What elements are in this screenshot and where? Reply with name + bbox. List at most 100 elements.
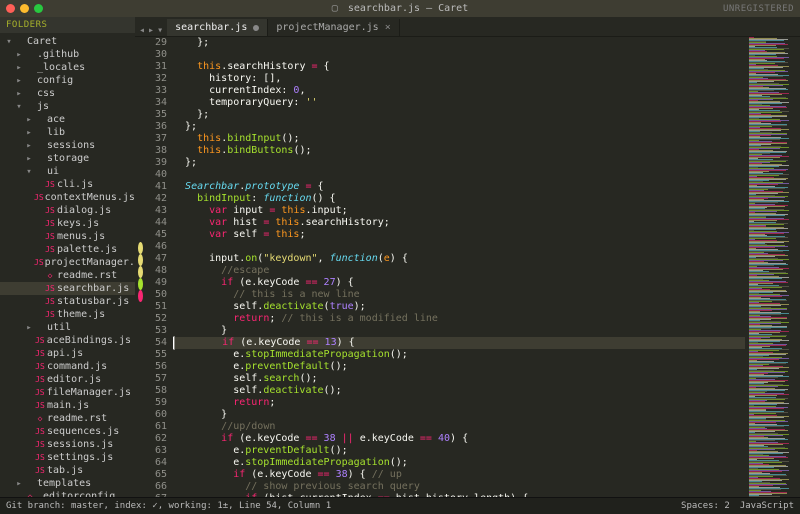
code-line[interactable]: }; [173,121,745,133]
tree-folder[interactable]: ▸lib [0,126,135,139]
status-language[interactable]: JavaScript [740,501,794,511]
line-number[interactable]: 32 [145,73,173,85]
code-line[interactable] [173,49,745,61]
code-line[interactable]: return; [173,397,745,409]
code-line[interactable]: if (e.keyCode == 27) { [173,277,745,289]
tree-file[interactable]: JSfileManager.js [0,386,135,399]
line-number[interactable]: 44 [145,217,173,229]
line-number[interactable]: 50 [145,289,173,301]
code-area[interactable]: }; this.searchHistory = { history: [], c… [173,37,745,497]
code-line[interactable]: } [173,409,745,421]
tree-file[interactable]: ◇readme.rst [0,269,135,282]
tree-file[interactable]: JSpalette.js [0,243,135,256]
editor[interactable]: 2930313233343536373839404142434445464748… [135,37,800,497]
code-line[interactable]: //up/down [173,421,745,433]
line-number[interactable]: 41 [145,181,173,193]
line-number[interactable]: 54 [145,337,173,349]
file-tree[interactable]: ▾Caret▸.github▸_locales▸config▸css▾js▸ac… [0,33,135,497]
line-number[interactable]: 51 [145,301,173,313]
tree-folder[interactable]: ▸templates [0,477,135,490]
code-line[interactable]: var input = this.input; [173,205,745,217]
code-line[interactable]: var self = this; [173,229,745,241]
tree-file[interactable]: JScontextMenus.js [0,191,135,204]
code-line[interactable] [173,169,745,181]
tree-file[interactable]: JSmenus.js [0,230,135,243]
line-number[interactable]: 58 [145,385,173,397]
tree-folder[interactable]: ▸util [0,321,135,334]
code-line[interactable]: } [173,325,745,337]
tab[interactable]: searchbar.js [167,19,268,36]
code-line[interactable]: }; [173,109,745,121]
close-window-button[interactable] [6,4,15,13]
code-line[interactable]: input.on("keydown", function(e) { [173,253,745,265]
tree-file[interactable]: JStab.js [0,464,135,477]
status-indent[interactable]: Spaces: 2 [681,501,730,511]
status-git[interactable]: Git branch: master, index: ✓, working: 1… [6,501,331,511]
close-tab-icon[interactable]: × [385,22,391,33]
code-line[interactable]: if (e.keyCode == 38 || e.keyCode == 40) … [173,433,745,445]
tree-file[interactable]: JSapi.js [0,347,135,360]
tree-folder[interactable]: ▾ui [0,165,135,178]
tree-file[interactable]: JSdialog.js [0,204,135,217]
code-line[interactable]: if (e.keyCode == 13) { [173,337,745,349]
tree-file[interactable]: JSsettings.js [0,451,135,464]
line-number[interactable]: 64 [145,457,173,469]
code-line[interactable]: this.searchHistory = { [173,61,745,73]
tree-file[interactable]: JSsearchbar.js [0,282,135,295]
line-number[interactable]: 47 [145,253,173,265]
code-line[interactable]: e.preventDefault(); [173,361,745,373]
line-number[interactable]: 53 [145,325,173,337]
line-number[interactable]: 38 [145,145,173,157]
line-number[interactable]: 61 [145,421,173,433]
code-line[interactable]: history: [], [173,73,745,85]
line-number[interactable]: 45 [145,229,173,241]
tree-file[interactable]: JSstatusbar.js [0,295,135,308]
tree-file[interactable]: JStheme.js [0,308,135,321]
code-line[interactable]: currentIndex: 0, [173,85,745,97]
minimap[interactable] [745,37,800,497]
line-number[interactable]: 63 [145,445,173,457]
line-number[interactable]: 60 [145,409,173,421]
line-number[interactable]: 40 [145,169,173,181]
line-number[interactable]: 34 [145,97,173,109]
code-line[interactable]: this.bindButtons(); [173,145,745,157]
zoom-window-button[interactable] [34,4,43,13]
code-line[interactable]: }; [173,157,745,169]
code-line[interactable]: e.preventDefault(); [173,445,745,457]
line-number[interactable]: 46 [145,241,173,253]
code-line[interactable]: //escape [173,265,745,277]
line-number[interactable]: 66 [145,481,173,493]
tree-folder[interactable]: ▸ace [0,113,135,126]
tree-file[interactable]: JSeditor.js [0,373,135,386]
line-number[interactable]: 48 [145,265,173,277]
code-line[interactable]: return; // this is a modified line [173,313,745,325]
code-line[interactable]: var hist = this.searchHistory; [173,217,745,229]
code-line[interactable]: e.stopImmediatePropagation(); [173,457,745,469]
tree-folder[interactable]: ▸.github [0,48,135,61]
code-line[interactable] [173,241,745,253]
line-number[interactable]: 49 [145,277,173,289]
tree-file[interactable]: ◇readme.rst [0,412,135,425]
code-line[interactable]: self.deactivate(true); [173,301,745,313]
tree-file[interactable]: JSsequences.js [0,425,135,438]
tab-next-icon[interactable]: ▸ [148,25,154,36]
tree-file[interactable]: ◇.editorconfig [0,490,135,497]
code-line[interactable]: Searchbar.prototype = { [173,181,745,193]
tree-file[interactable]: JSmain.js [0,399,135,412]
tree-file[interactable]: JSkeys.js [0,217,135,230]
tree-folder[interactable]: ▸_locales [0,61,135,74]
line-number[interactable]: 65 [145,469,173,481]
tree-folder[interactable]: ▸css [0,87,135,100]
line-number[interactable]: 39 [145,157,173,169]
line-number[interactable]: 56 [145,361,173,373]
line-number[interactable]: 30 [145,49,173,61]
tree-file[interactable]: JSaceBindings.js [0,334,135,347]
code-line[interactable]: self.deactivate(); [173,385,745,397]
code-line[interactable]: // this is a new line [173,289,745,301]
line-number[interactable]: 36 [145,121,173,133]
line-number[interactable]: 42 [145,193,173,205]
tree-folder[interactable]: ▾js [0,100,135,113]
tree-file[interactable]: JSsessions.js [0,438,135,451]
tree-file[interactable]: JScli.js [0,178,135,191]
code-line[interactable]: }; [173,37,745,49]
